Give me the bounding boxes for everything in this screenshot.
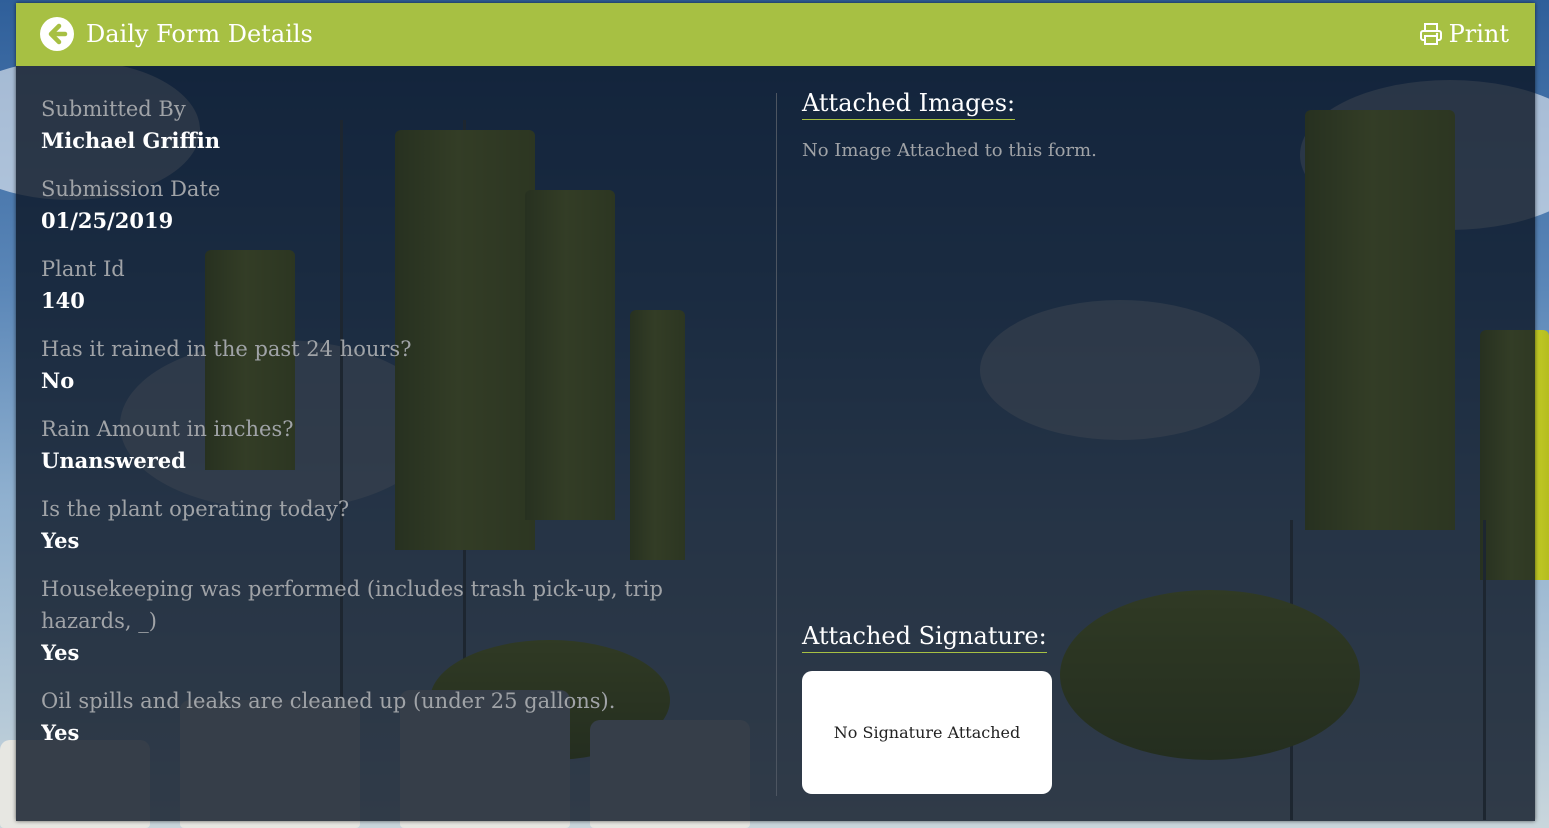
field-value: Yes [41,640,80,665]
page-title: Daily Form Details [86,20,313,48]
signature-box: No Signature Attached [802,671,1052,794]
field-submission-date: Submission Date 01/25/2019 [41,173,741,237]
field-label: Submitted By [41,97,186,121]
no-signature-message: No Signature Attached [833,723,1021,742]
attached-signature-heading: Attached Signature: [802,620,1047,653]
arrow-left-circle-icon [48,23,68,45]
field-oil-spills: Oil spills and leaks are cleaned up (und… [41,685,741,749]
field-value: Unanswered [41,448,186,473]
field-label: Housekeeping was performed (includes tra… [41,577,663,633]
field-label: Submission Date [41,177,221,201]
print-label: Print [1448,20,1509,48]
form-fields: Submitted By Michael Griffin Submission … [41,93,741,796]
print-button[interactable]: Print [1419,17,1509,51]
field-value: 01/25/2019 [41,208,174,233]
field-plant-operating: Is the plant operating today? Yes [41,493,741,557]
field-housekeeping: Housekeeping was performed (includes tra… [41,573,741,669]
field-value: Yes [41,720,80,745]
attached-signature-section: Attached Signature: No Signature Attache… [802,620,1052,794]
field-value: No [41,368,75,393]
form-details-panel: Daily Form Details Print Submitted By Mi… [16,3,1535,821]
field-label: Is the plant operating today? [41,497,350,521]
field-rain-amount: Rain Amount in inches? Unanswered [41,413,741,477]
field-value: Michael Griffin [41,128,220,153]
back-button[interactable] [40,17,74,51]
column-divider [776,93,777,796]
field-label: Has it rained in the past 24 hours? [41,337,412,361]
field-label: Plant Id [41,257,125,281]
printer-icon [1419,23,1442,45]
attached-images-section: Attached Images: No Image Attached to th… [802,87,1502,161]
field-value: 140 [41,288,85,313]
field-submitted-by: Submitted By Michael Griffin [41,93,741,157]
field-rained-24h: Has it rained in the past 24 hours? No [41,333,741,397]
field-label: Oil spills and leaks are cleaned up (und… [41,689,616,713]
field-value: Yes [41,528,80,553]
field-plant-id: Plant Id 140 [41,253,741,317]
no-images-message: No Image Attached to this form. [802,140,1097,161]
field-label: Rain Amount in inches? [41,417,294,441]
header-bar: Daily Form Details Print [16,3,1535,66]
attached-images-heading: Attached Images: [802,87,1016,120]
